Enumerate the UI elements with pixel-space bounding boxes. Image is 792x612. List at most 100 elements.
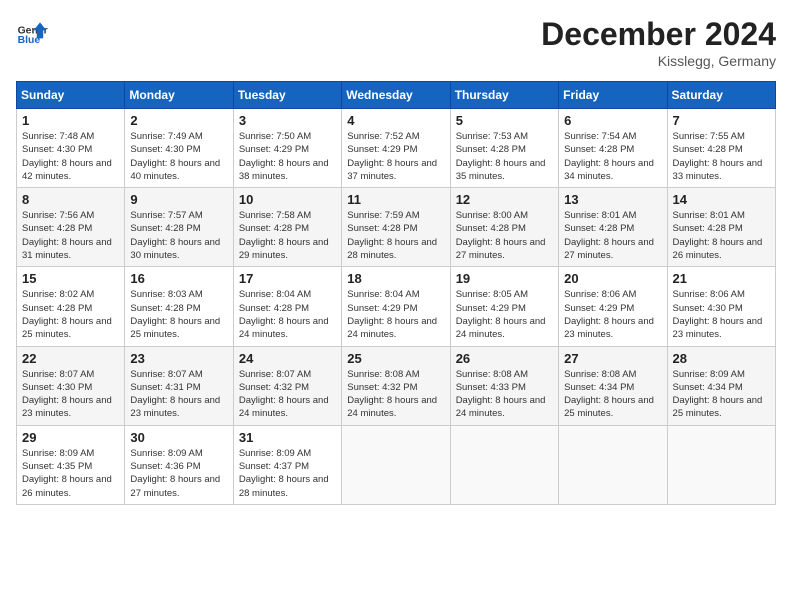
day-info: Sunrise: 8:08 AMSunset: 4:34 PMDaylight:… [564, 368, 661, 421]
day-number: 13 [564, 192, 661, 207]
calendar-cell: 4 Sunrise: 7:52 AMSunset: 4:29 PMDayligh… [342, 109, 450, 188]
calendar-cell: 17 Sunrise: 8:04 AMSunset: 4:28 PMDaylig… [233, 267, 341, 346]
calendar-week-1: 1 Sunrise: 7:48 AMSunset: 4:30 PMDayligh… [17, 109, 776, 188]
day-number: 31 [239, 430, 336, 445]
day-number: 24 [239, 351, 336, 366]
calendar-cell: 8 Sunrise: 7:56 AMSunset: 4:28 PMDayligh… [17, 188, 125, 267]
calendar-cell: 5 Sunrise: 7:53 AMSunset: 4:28 PMDayligh… [450, 109, 558, 188]
day-number: 6 [564, 113, 661, 128]
calendar-cell: 22 Sunrise: 8:07 AMSunset: 4:30 PMDaylig… [17, 346, 125, 425]
day-info: Sunrise: 7:48 AMSunset: 4:30 PMDaylight:… [22, 130, 119, 183]
logo: General Blue [16, 16, 48, 48]
weekday-thursday: Thursday [450, 82, 558, 109]
location: Kisslegg, Germany [541, 53, 776, 69]
day-number: 3 [239, 113, 336, 128]
calendar-cell: 23 Sunrise: 8:07 AMSunset: 4:31 PMDaylig… [125, 346, 233, 425]
day-number: 9 [130, 192, 227, 207]
day-info: Sunrise: 8:06 AMSunset: 4:29 PMDaylight:… [564, 288, 661, 341]
calendar-week-5: 29 Sunrise: 8:09 AMSunset: 4:35 PMDaylig… [17, 425, 776, 504]
day-info: Sunrise: 8:09 AMSunset: 4:35 PMDaylight:… [22, 447, 119, 500]
day-info: Sunrise: 8:08 AMSunset: 4:33 PMDaylight:… [456, 368, 553, 421]
calendar-cell: 30 Sunrise: 8:09 AMSunset: 4:36 PMDaylig… [125, 425, 233, 504]
logo-icon: General Blue [16, 16, 48, 48]
calendar-cell: 7 Sunrise: 7:55 AMSunset: 4:28 PMDayligh… [667, 109, 775, 188]
day-info: Sunrise: 7:59 AMSunset: 4:28 PMDaylight:… [347, 209, 444, 262]
day-number: 8 [22, 192, 119, 207]
calendar-cell: 28 Sunrise: 8:09 AMSunset: 4:34 PMDaylig… [667, 346, 775, 425]
calendar-table: SundayMondayTuesdayWednesdayThursdayFrid… [16, 81, 776, 505]
day-info: Sunrise: 8:09 AMSunset: 4:36 PMDaylight:… [130, 447, 227, 500]
day-number: 26 [456, 351, 553, 366]
calendar-cell [559, 425, 667, 504]
day-info: Sunrise: 7:53 AMSunset: 4:28 PMDaylight:… [456, 130, 553, 183]
calendar-cell: 24 Sunrise: 8:07 AMSunset: 4:32 PMDaylig… [233, 346, 341, 425]
calendar-cell: 27 Sunrise: 8:08 AMSunset: 4:34 PMDaylig… [559, 346, 667, 425]
day-info: Sunrise: 7:49 AMSunset: 4:30 PMDaylight:… [130, 130, 227, 183]
day-number: 29 [22, 430, 119, 445]
day-number: 1 [22, 113, 119, 128]
day-info: Sunrise: 8:09 AMSunset: 4:37 PMDaylight:… [239, 447, 336, 500]
day-info: Sunrise: 7:55 AMSunset: 4:28 PMDaylight:… [673, 130, 770, 183]
day-number: 22 [22, 351, 119, 366]
title-block: December 2024 Kisslegg, Germany [541, 16, 776, 69]
weekday-wednesday: Wednesday [342, 82, 450, 109]
calendar-cell: 16 Sunrise: 8:03 AMSunset: 4:28 PMDaylig… [125, 267, 233, 346]
day-number: 18 [347, 271, 444, 286]
day-info: Sunrise: 8:04 AMSunset: 4:28 PMDaylight:… [239, 288, 336, 341]
calendar-cell: 26 Sunrise: 8:08 AMSunset: 4:33 PMDaylig… [450, 346, 558, 425]
calendar-cell: 3 Sunrise: 7:50 AMSunset: 4:29 PMDayligh… [233, 109, 341, 188]
day-number: 7 [673, 113, 770, 128]
calendar-body: 1 Sunrise: 7:48 AMSunset: 4:30 PMDayligh… [17, 109, 776, 505]
day-info: Sunrise: 8:05 AMSunset: 4:29 PMDaylight:… [456, 288, 553, 341]
day-info: Sunrise: 8:06 AMSunset: 4:30 PMDaylight:… [673, 288, 770, 341]
calendar-week-3: 15 Sunrise: 8:02 AMSunset: 4:28 PMDaylig… [17, 267, 776, 346]
weekday-header-row: SundayMondayTuesdayWednesdayThursdayFrid… [17, 82, 776, 109]
day-number: 19 [456, 271, 553, 286]
weekday-monday: Monday [125, 82, 233, 109]
calendar-cell: 2 Sunrise: 7:49 AMSunset: 4:30 PMDayligh… [125, 109, 233, 188]
calendar-cell: 11 Sunrise: 7:59 AMSunset: 4:28 PMDaylig… [342, 188, 450, 267]
day-info: Sunrise: 7:54 AMSunset: 4:28 PMDaylight:… [564, 130, 661, 183]
calendar-cell [667, 425, 775, 504]
calendar-cell: 6 Sunrise: 7:54 AMSunset: 4:28 PMDayligh… [559, 109, 667, 188]
day-number: 4 [347, 113, 444, 128]
day-info: Sunrise: 7:50 AMSunset: 4:29 PMDaylight:… [239, 130, 336, 183]
weekday-friday: Friday [559, 82, 667, 109]
day-number: 30 [130, 430, 227, 445]
day-info: Sunrise: 8:02 AMSunset: 4:28 PMDaylight:… [22, 288, 119, 341]
month-title: December 2024 [541, 16, 776, 53]
day-info: Sunrise: 8:04 AMSunset: 4:29 PMDaylight:… [347, 288, 444, 341]
day-info: Sunrise: 8:07 AMSunset: 4:30 PMDaylight:… [22, 368, 119, 421]
calendar-cell: 14 Sunrise: 8:01 AMSunset: 4:28 PMDaylig… [667, 188, 775, 267]
day-number: 5 [456, 113, 553, 128]
weekday-sunday: Sunday [17, 82, 125, 109]
day-info: Sunrise: 8:01 AMSunset: 4:28 PMDaylight:… [564, 209, 661, 262]
calendar-cell: 1 Sunrise: 7:48 AMSunset: 4:30 PMDayligh… [17, 109, 125, 188]
calendar-cell: 15 Sunrise: 8:02 AMSunset: 4:28 PMDaylig… [17, 267, 125, 346]
day-number: 28 [673, 351, 770, 366]
day-info: Sunrise: 7:57 AMSunset: 4:28 PMDaylight:… [130, 209, 227, 262]
day-number: 14 [673, 192, 770, 207]
day-number: 27 [564, 351, 661, 366]
calendar-cell [342, 425, 450, 504]
weekday-tuesday: Tuesday [233, 82, 341, 109]
day-info: Sunrise: 8:07 AMSunset: 4:32 PMDaylight:… [239, 368, 336, 421]
calendar-cell: 12 Sunrise: 8:00 AMSunset: 4:28 PMDaylig… [450, 188, 558, 267]
day-number: 11 [347, 192, 444, 207]
day-info: Sunrise: 8:00 AMSunset: 4:28 PMDaylight:… [456, 209, 553, 262]
day-info: Sunrise: 8:07 AMSunset: 4:31 PMDaylight:… [130, 368, 227, 421]
page-header: General Blue December 2024 Kisslegg, Ger… [16, 16, 776, 69]
calendar-cell: 18 Sunrise: 8:04 AMSunset: 4:29 PMDaylig… [342, 267, 450, 346]
day-info: Sunrise: 8:01 AMSunset: 4:28 PMDaylight:… [673, 209, 770, 262]
calendar-cell: 20 Sunrise: 8:06 AMSunset: 4:29 PMDaylig… [559, 267, 667, 346]
day-number: 12 [456, 192, 553, 207]
calendar-cell: 19 Sunrise: 8:05 AMSunset: 4:29 PMDaylig… [450, 267, 558, 346]
day-number: 25 [347, 351, 444, 366]
calendar-cell: 25 Sunrise: 8:08 AMSunset: 4:32 PMDaylig… [342, 346, 450, 425]
day-info: Sunrise: 7:56 AMSunset: 4:28 PMDaylight:… [22, 209, 119, 262]
day-number: 10 [239, 192, 336, 207]
day-number: 17 [239, 271, 336, 286]
calendar-cell: 10 Sunrise: 7:58 AMSunset: 4:28 PMDaylig… [233, 188, 341, 267]
weekday-saturday: Saturday [667, 82, 775, 109]
day-info: Sunrise: 7:58 AMSunset: 4:28 PMDaylight:… [239, 209, 336, 262]
